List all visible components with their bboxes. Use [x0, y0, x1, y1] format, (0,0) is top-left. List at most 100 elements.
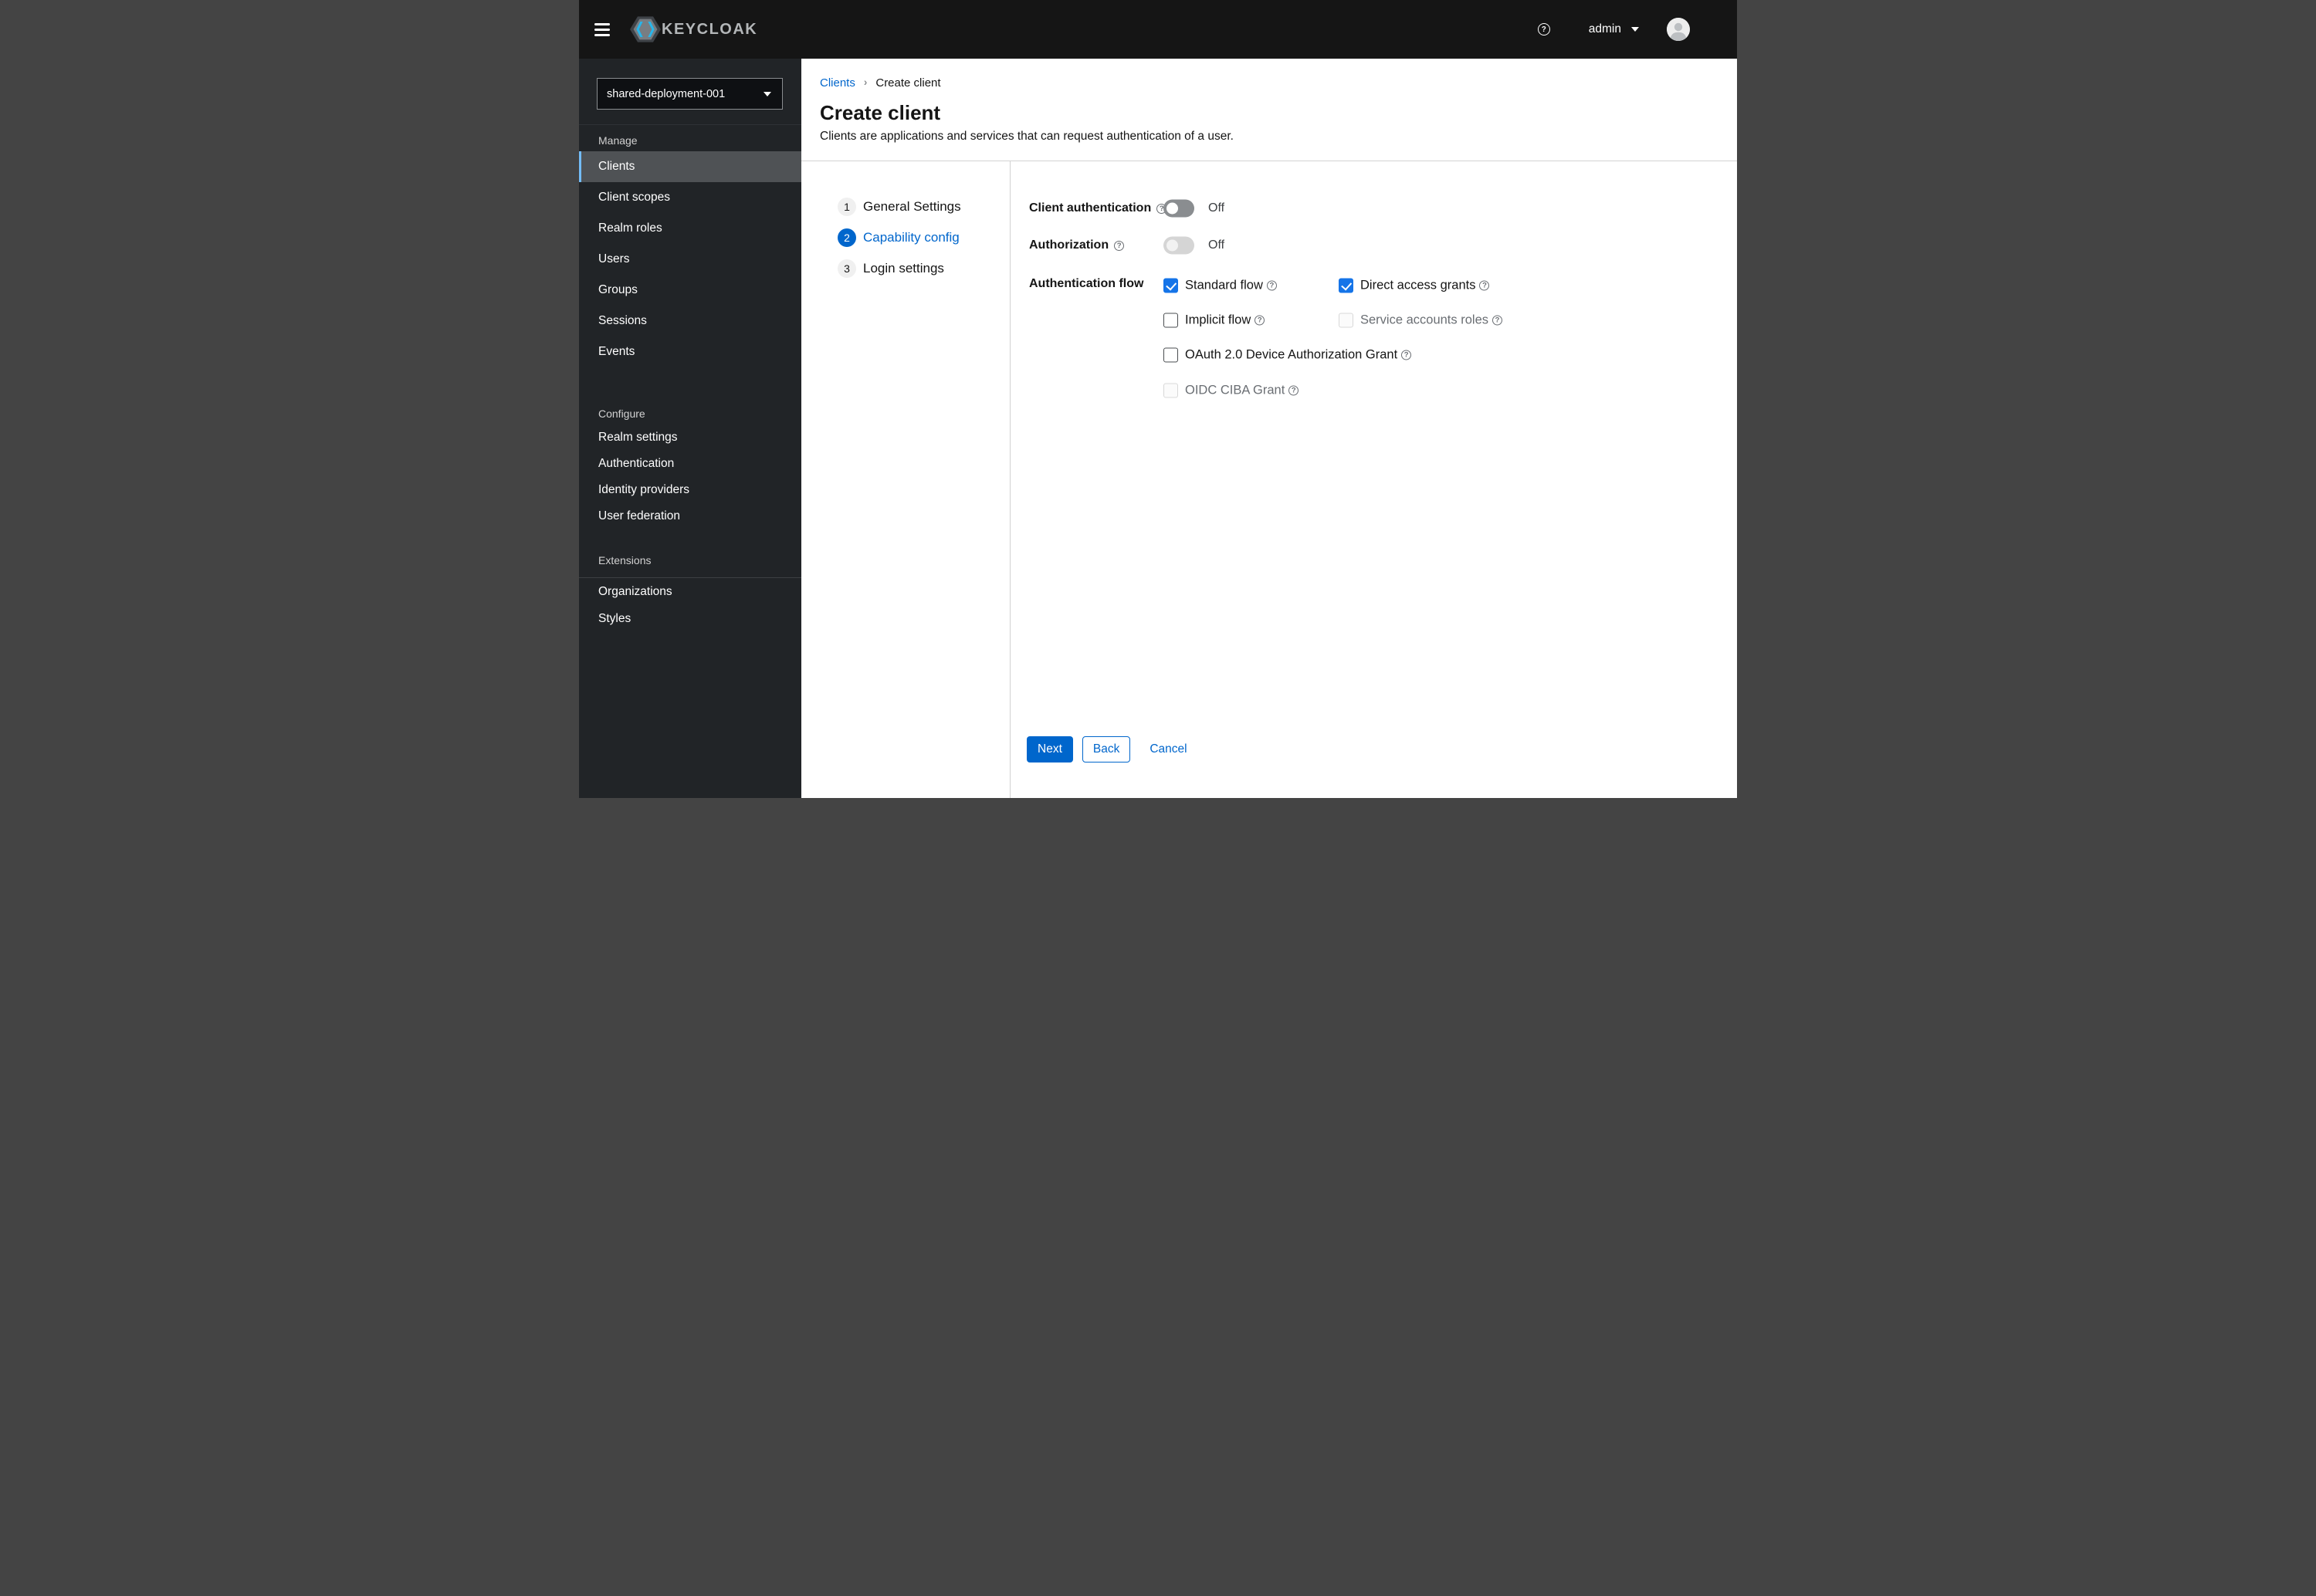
checkbox-checked-icon [1339, 278, 1353, 293]
avatar[interactable] [1667, 18, 1690, 41]
nav-toggle-menu-icon[interactable] [594, 22, 610, 36]
checkbox-checked-icon [1163, 278, 1178, 293]
nav-group-title-configure: Configure [598, 407, 645, 420]
sidebar-item-label: Clients [598, 160, 635, 173]
sidebar-item-authentication[interactable]: Authentication [579, 451, 801, 477]
authorization-label-group: Authorization [1029, 238, 1125, 252]
masthead: KEYCLOAK admin [579, 0, 1737, 59]
realm-selector[interactable]: shared-deployment-001 [597, 78, 783, 110]
keycloak-logo-icon [630, 15, 661, 43]
step-number-badge: 2 [838, 228, 856, 247]
sidebar-item-identity-providers[interactable]: Identity providers [579, 477, 801, 503]
checkbox-oidc-ciba-grant: OIDC CIBA Grant [1163, 383, 1299, 398]
page-title: Create client [820, 101, 941, 124]
checkbox-unchecked-icon [1163, 313, 1178, 328]
authorization-value: Off [1208, 238, 1225, 252]
checkbox-label: Implicit flow [1185, 313, 1251, 327]
sidebar-item-label: Organizations [598, 584, 672, 598]
sidebar-item-label: Events [598, 345, 635, 358]
sidebar-nav: Manage Clients Client scopes Realm roles… [579, 125, 801, 632]
sidebar: shared-deployment-001 Manage Clients Cli… [579, 59, 801, 798]
checkbox-unchecked-icon [1163, 347, 1178, 363]
checkbox-label: Standard flow [1185, 278, 1263, 292]
question-circle-icon[interactable] [1288, 385, 1299, 396]
wizard-steps-nav: 1 General Settings 2 Capability config 3… [801, 161, 1011, 798]
cancel-button[interactable]: Cancel [1150, 736, 1187, 762]
question-circle-icon[interactable] [1266, 280, 1277, 291]
checkbox-disabled-icon [1339, 313, 1353, 328]
wizard-footer: Next Back Cancel [1027, 736, 1187, 762]
sidebar-item-realm-roles[interactable]: Realm roles [579, 213, 801, 244]
sidebar-item-realm-settings[interactable]: Realm settings [579, 424, 801, 451]
sidebar-item-user-federation[interactable]: User federation [579, 503, 801, 529]
checkbox-standard-flow[interactable]: Standard flow [1163, 278, 1277, 293]
main-content: Clients › Create client Create client Cl… [801, 59, 1737, 798]
caret-down-icon [1631, 27, 1639, 32]
capability-config-form: Client authentication Off Authorization … [1011, 161, 1737, 798]
brand-text: KEYCLOAK [662, 20, 758, 38]
angle-right-icon: › [863, 76, 868, 88]
sidebar-item-events[interactable]: Events [579, 336, 801, 367]
checkbox-label: Direct access grants [1360, 278, 1476, 292]
sidebar-item-groups[interactable]: Groups [579, 275, 801, 306]
client-authentication-toggle[interactable] [1163, 199, 1194, 218]
checkbox-label: OAuth 2.0 Device Authorization Grant [1185, 347, 1398, 362]
step-number-badge: 1 [838, 198, 856, 216]
user-menu-label: admin [1588, 22, 1621, 36]
client-authentication-label: Client authentication [1029, 201, 1152, 215]
sidebar-item-sessions[interactable]: Sessions [579, 306, 801, 336]
keycloak-logo[interactable]: KEYCLOAK [630, 15, 757, 43]
sidebar-item-client-scopes[interactable]: Client scopes [579, 182, 801, 213]
page-description: Clients are applications and services th… [820, 130, 1234, 143]
user-menu[interactable]: admin [1589, 22, 1639, 36]
sidebar-item-users[interactable]: Users [579, 244, 801, 275]
breadcrumb-link-clients[interactable]: Clients [820, 76, 855, 90]
authorization-label: Authorization [1029, 238, 1109, 252]
client-authentication-label-group: Client authentication [1029, 201, 1167, 215]
sidebar-item-organizations[interactable]: Organizations [579, 578, 801, 605]
caret-down-icon [764, 91, 771, 96]
client-authentication-value: Off [1208, 201, 1225, 215]
question-circle-icon[interactable] [1114, 240, 1125, 251]
authorization-toggle [1163, 236, 1194, 255]
sidebar-item-label: Styles [598, 611, 631, 625]
question-circle-icon[interactable] [1254, 315, 1265, 326]
create-client-wizard: 1 General Settings 2 Capability config 3… [801, 161, 1737, 798]
sidebar-item-label: User federation [598, 509, 680, 522]
nav-group-title-manage: Manage [598, 134, 638, 147]
wizard-step-general-settings[interactable]: 1 General Settings [801, 191, 1010, 222]
sidebar-item-styles[interactable]: Styles [579, 605, 801, 632]
back-button[interactable]: Back [1082, 736, 1131, 762]
checkbox-service-accounts-roles: Service accounts roles [1339, 313, 1502, 328]
step-label: Capability config [863, 230, 960, 245]
question-circle-icon[interactable] [1401, 350, 1412, 360]
sidebar-item-label: Groups [598, 283, 638, 296]
sidebar-item-label: Users [598, 252, 630, 265]
checkbox-label: Service accounts roles [1360, 313, 1488, 327]
checkbox-oauth-device-authorization-grant[interactable]: OAuth 2.0 Device Authorization Grant [1163, 347, 1412, 363]
realm-selector-block: shared-deployment-001 [579, 59, 801, 125]
sidebar-item-label: Realm roles [598, 221, 662, 235]
realm-name: shared-deployment-001 [607, 87, 726, 100]
step-label: General Settings [863, 199, 961, 214]
checkbox-direct-access-grants[interactable]: Direct access grants [1339, 278, 1490, 293]
breadcrumb: Clients › Create client [820, 76, 1718, 90]
question-circle-icon[interactable] [1479, 280, 1490, 291]
help-icon[interactable] [1537, 23, 1550, 36]
sidebar-item-label: Authentication [598, 457, 675, 470]
step-number-badge: 3 [838, 259, 856, 278]
sidebar-item-label: Realm settings [598, 431, 678, 444]
checkbox-implicit-flow[interactable]: Implicit flow [1163, 313, 1265, 328]
question-circle-icon[interactable] [1492, 315, 1502, 326]
wizard-step-capability-config[interactable]: 2 Capability config [801, 222, 1010, 253]
nav-group-title-extensions: Extensions [598, 554, 652, 566]
authentication-flow-label: Authentication flow [1029, 277, 1144, 290]
keycloak-admin-console: KEYCLOAK admin shared-deployment-001 Man… [579, 0, 1737, 798]
checkbox-disabled-icon [1163, 383, 1178, 398]
sidebar-item-clients[interactable]: Clients [579, 151, 801, 182]
next-button[interactable]: Next [1027, 736, 1073, 762]
step-label: Login settings [863, 261, 944, 276]
authentication-flow-label-group: Authentication flow [1029, 277, 1143, 291]
wizard-step-login-settings[interactable]: 3 Login settings [801, 253, 1010, 284]
breadcrumb-current: Create client [875, 76, 941, 90]
